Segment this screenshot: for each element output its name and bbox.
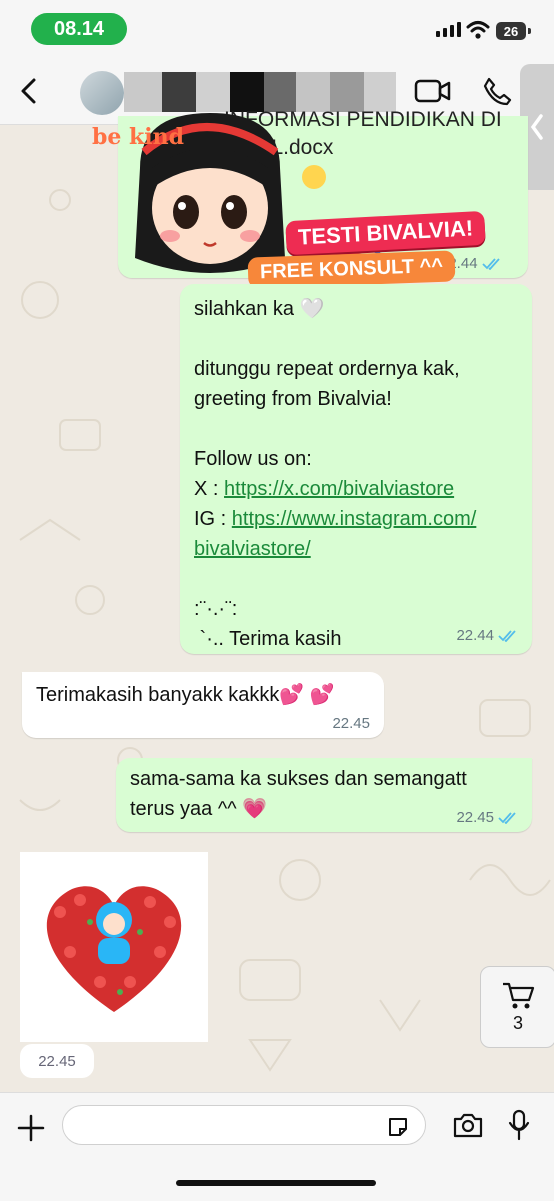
signal-icon bbox=[436, 22, 461, 37]
instagram-link[interactable]: https://www.instagram.com/ bbox=[232, 508, 477, 530]
cart-count: 3 bbox=[512, 1012, 523, 1033]
sticker-icon[interactable] bbox=[386, 1115, 410, 1139]
phone-icon[interactable] bbox=[482, 76, 512, 106]
message-line: ditunggu repeat ordernya kak, bbox=[194, 358, 460, 380]
closing-ornament: :¨·.·¨: bbox=[194, 598, 238, 620]
incoming-message[interactable]: Terimakasih banyakk kakkk💕 💕 22.45 bbox=[22, 672, 384, 738]
message-input[interactable] bbox=[62, 1105, 426, 1145]
x-prefix: X : bbox=[194, 478, 225, 500]
ig-prefix: IG : bbox=[194, 508, 232, 530]
be-kind-sticker-text: be kind bbox=[92, 124, 185, 150]
outgoing-message[interactable]: silahkan ka 🤍 ditunggu repeat ordernya k… bbox=[180, 284, 532, 654]
heart-flowers-image bbox=[46, 886, 182, 1012]
message-time: 22.45 bbox=[456, 809, 494, 826]
message-line: silahkan ka 🤍 bbox=[194, 298, 325, 320]
contact-name-blurred[interactable] bbox=[124, 72, 396, 112]
message-line: sama-sama ka sukses dan semangatt bbox=[130, 768, 467, 790]
message-meta: 22.44 bbox=[456, 627, 518, 644]
x-profile-link[interactable]: https://x.com/bivalviastore bbox=[224, 478, 454, 500]
battery-tip bbox=[528, 28, 531, 34]
incoming-image-message[interactable] bbox=[20, 852, 208, 1042]
message-time: 22.44 bbox=[456, 627, 494, 644]
read-ticks-icon bbox=[498, 811, 516, 824]
status-bar: 08.14 26 bbox=[0, 0, 554, 58]
message-line: Follow us on: bbox=[194, 448, 312, 470]
chevron-left-small-icon bbox=[530, 114, 543, 140]
cart-icon bbox=[503, 982, 535, 1008]
message-line: terus yaa ^^ 💗 bbox=[130, 798, 268, 820]
message-meta: 22.45 bbox=[456, 809, 518, 826]
instagram-link-continued[interactable]: bivalviastore/ bbox=[194, 538, 311, 560]
read-ticks-icon bbox=[498, 629, 516, 642]
status-time: 08.14 bbox=[31, 13, 127, 45]
microphone-icon[interactable] bbox=[508, 1109, 530, 1141]
home-indicator bbox=[176, 1180, 376, 1186]
cart-button[interactable]: 3 bbox=[480, 966, 554, 1048]
plus-icon[interactable] bbox=[16, 1113, 46, 1143]
message-time: 22.45 bbox=[332, 715, 370, 732]
camera-icon[interactable] bbox=[452, 1111, 484, 1139]
battery-icon: 26 bbox=[496, 22, 526, 40]
message-line: greeting from Bivalvia! bbox=[194, 388, 392, 410]
message-text: Terimakasih banyakk kakkk💕 💕 bbox=[36, 684, 335, 706]
wifi-icon bbox=[466, 21, 490, 39]
video-camera-icon[interactable] bbox=[414, 78, 452, 104]
chevron-left-icon[interactable] bbox=[14, 76, 44, 106]
image-time: 22.45 bbox=[20, 1044, 94, 1078]
outgoing-message[interactable]: sama-sama ka sukses dan semangatt terus … bbox=[116, 758, 532, 832]
